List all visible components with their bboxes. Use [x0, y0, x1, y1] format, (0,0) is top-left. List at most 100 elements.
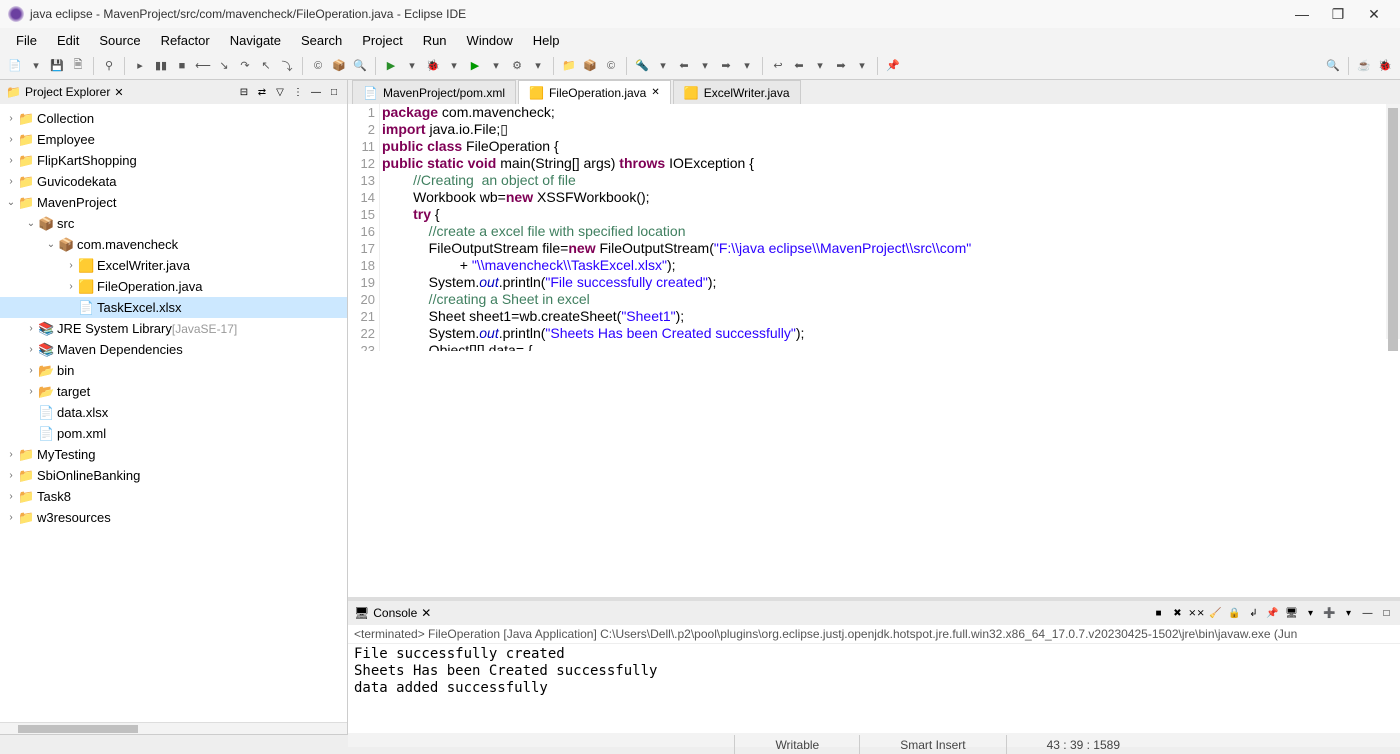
dropdown-icon[interactable]: ▾	[654, 57, 672, 75]
maximize-button[interactable]: ❐	[1320, 2, 1356, 26]
minimize-console-button[interactable]: —	[1360, 606, 1375, 621]
dropdown-icon[interactable]: ▾	[1341, 606, 1356, 621]
word-wrap-button[interactable]: ↲	[1246, 606, 1261, 621]
editor-tab-fileoperation[interactable]: 🟨FileOperation.java✕	[518, 80, 671, 104]
open-type-button[interactable]: 🔍	[351, 57, 369, 75]
menu-project[interactable]: Project	[352, 31, 412, 50]
dropdown-icon[interactable]: ▾	[811, 57, 829, 75]
tree-project-sbi[interactable]: ›📁SbiOnlineBanking	[0, 465, 347, 486]
dropdown-icon[interactable]: ▾	[738, 57, 756, 75]
menu-help[interactable]: Help	[523, 31, 570, 50]
minimize-button[interactable]: —	[1284, 2, 1320, 26]
new-java-package-button[interactable]: 📦	[581, 57, 599, 75]
tree-project-mytesting[interactable]: ›📁MyTesting	[0, 444, 347, 465]
collapse-all-button[interactable]: ⊟	[237, 85, 251, 99]
tree-folder-src[interactable]: ⌄📦src	[0, 213, 347, 234]
close-view-button[interactable]: ✕	[114, 86, 123, 99]
menu-edit[interactable]: Edit	[47, 31, 89, 50]
new-java-class-button[interactable]: ©	[602, 57, 620, 75]
editor-tab-pom[interactable]: 📄MavenProject/pom.xml	[352, 80, 516, 104]
dropdown-icon[interactable]: ▾	[529, 57, 547, 75]
step-return-button[interactable]: ↖	[257, 57, 275, 75]
minimize-view-button[interactable]: —	[309, 85, 323, 99]
pin-console-button[interactable]: 📌	[1265, 606, 1280, 621]
maximize-view-button[interactable]: □	[327, 85, 341, 99]
menu-refactor[interactable]: Refactor	[151, 31, 220, 50]
perspective-debug-button[interactable]: 🐞	[1376, 57, 1394, 75]
tree-file-fileoperation[interactable]: ›🟨FileOperation.java	[0, 276, 347, 297]
tree-project-task8[interactable]: ›📁Task8	[0, 486, 347, 507]
tree-project-maven[interactable]: ⌄📁MavenProject	[0, 192, 347, 213]
dropdown-icon[interactable]: ▾	[487, 57, 505, 75]
scroll-lock-button[interactable]: 🔒	[1227, 606, 1242, 621]
tree-project-flipkart[interactable]: ›📁FlipKartShopping	[0, 150, 347, 171]
tree-project-guvi[interactable]: ›📁Guvicodekata	[0, 171, 347, 192]
tree-project-w3[interactable]: ›📁w3resources	[0, 507, 347, 528]
console-output[interactable]: File successfully created Sheets Has bee…	[348, 644, 1400, 733]
menu-navigate[interactable]: Navigate	[220, 31, 291, 50]
tree-folder-bin[interactable]: ›📂bin	[0, 360, 347, 381]
tree-project-collection[interactable]: ›📁Collection	[0, 108, 347, 129]
menu-window[interactable]: Window	[457, 31, 523, 50]
tree-maven-deps[interactable]: ›📚Maven Dependencies	[0, 339, 347, 360]
drop-button[interactable]: ⤵	[278, 57, 296, 75]
run-last-button[interactable]: ⚙	[508, 57, 526, 75]
terminate-button[interactable]: ■	[173, 57, 191, 75]
code-editor[interactable]: 1 2 11 12 13 14 15 16 17 18 19 20 21 22 …	[348, 104, 1400, 351]
menu-file[interactable]: File	[6, 31, 47, 50]
tree-jre-library[interactable]: ›📚JRE System Library [JavaSE-17]	[0, 318, 347, 339]
link-editor-button[interactable]: ⇄	[255, 85, 269, 99]
tree-file-pom[interactable]: 📄pom.xml	[0, 423, 347, 444]
coverage-button[interactable]: ▶	[382, 57, 400, 75]
tree-folder-target[interactable]: ›📂target	[0, 381, 347, 402]
code-body[interactable]: package com.mavencheck; import java.io.F…	[380, 104, 1400, 351]
project-tree[interactable]: ›📁Collection ›📁Employee ›📁FlipKartShoppi…	[0, 104, 347, 722]
new-package-button[interactable]: 📦	[330, 57, 348, 75]
quick-access-button[interactable]: 🔍	[1324, 57, 1342, 75]
save-button[interactable]: 💾	[48, 57, 66, 75]
toggle-breadcrumb-button[interactable]: ⚲	[100, 57, 118, 75]
editor-tab-excelwriter[interactable]: 🟨ExcelWriter.java	[673, 80, 801, 104]
menu-source[interactable]: Source	[89, 31, 150, 50]
dropdown-icon[interactable]: ▾	[27, 57, 45, 75]
tree-file-taskexcel[interactable]: 📄TaskExcel.xlsx	[0, 297, 347, 318]
close-button[interactable]: ✕	[1356, 2, 1392, 26]
skip-button[interactable]: ▸	[131, 57, 149, 75]
tree-file-dataxlsx[interactable]: 📄data.xlsx	[0, 402, 347, 423]
step-over-button[interactable]: ↷	[236, 57, 254, 75]
back-button[interactable]: ⬅	[790, 57, 808, 75]
dropdown-icon[interactable]: ▾	[696, 57, 714, 75]
new-class-button[interactable]: ©	[309, 57, 327, 75]
pin-button[interactable]: 📌	[884, 57, 902, 75]
save-all-button[interactable]: 🗎	[69, 57, 87, 75]
annotation-next-button[interactable]: ➡	[717, 57, 735, 75]
close-console-button[interactable]: ✕	[421, 606, 431, 620]
dropdown-icon[interactable]: ▾	[853, 57, 871, 75]
clear-console-button[interactable]: 🧹	[1208, 606, 1223, 621]
view-menu-button[interactable]: ⋮	[291, 85, 305, 99]
menu-search[interactable]: Search	[291, 31, 352, 50]
debug-button[interactable]: 🐞	[424, 57, 442, 75]
last-edit-button[interactable]: ↩	[769, 57, 787, 75]
dropdown-icon[interactable]: ▾	[445, 57, 463, 75]
run-button[interactable]: ▶	[466, 57, 484, 75]
editor-vscrollbar[interactable]	[1386, 104, 1400, 339]
tree-package-mavencheck[interactable]: ⌄📦com.mavencheck	[0, 234, 347, 255]
remove-launch-button[interactable]: ✖	[1170, 606, 1185, 621]
display-selected-button[interactable]: 🖥	[1284, 606, 1299, 621]
open-console-button[interactable]: ➕	[1322, 606, 1337, 621]
annotation-prev-button[interactable]: ⬅	[675, 57, 693, 75]
new-button[interactable]: 📄	[6, 57, 24, 75]
step-into-button[interactable]: ↘	[215, 57, 233, 75]
close-tab-button[interactable]: ✕	[651, 87, 659, 98]
resume-button[interactable]: ▮▮	[152, 57, 170, 75]
menu-run[interactable]: Run	[413, 31, 457, 50]
remove-all-button[interactable]: ⨯⨯	[1189, 606, 1204, 621]
tree-project-employee[interactable]: ›📁Employee	[0, 129, 347, 150]
dropdown-icon[interactable]: ▾	[403, 57, 421, 75]
terminate-process-button[interactable]: ■	[1151, 606, 1166, 621]
forward-button[interactable]: ➡	[832, 57, 850, 75]
search-button[interactable]: 🔦	[633, 57, 651, 75]
dropdown-icon[interactable]: ▾	[1303, 606, 1318, 621]
tree-file-excelwriter[interactable]: ›🟨ExcelWriter.java	[0, 255, 347, 276]
